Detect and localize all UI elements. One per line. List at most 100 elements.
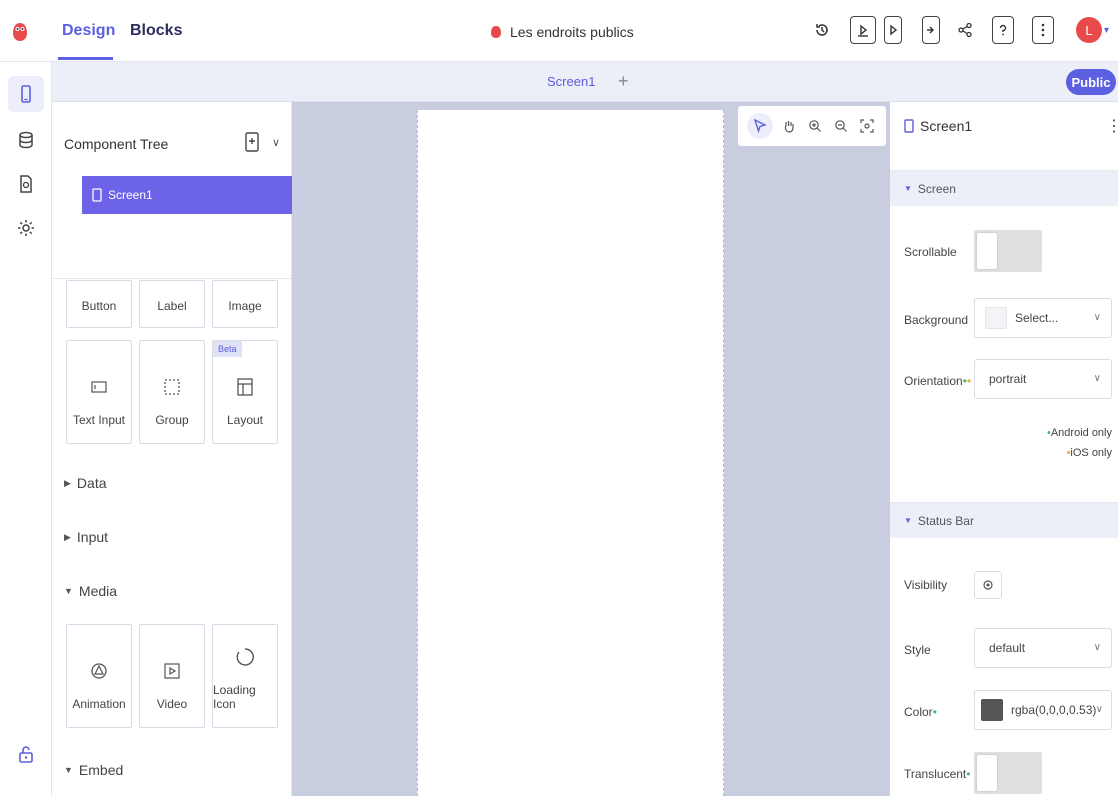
pan-tool-button[interactable] xyxy=(779,116,799,136)
color-swatch xyxy=(981,699,1003,721)
background-label: Background xyxy=(904,313,969,327)
database-icon xyxy=(19,131,33,149)
animation-icon xyxy=(91,663,107,679)
phone-icon xyxy=(904,119,914,133)
palette-item-label: Button xyxy=(81,299,117,313)
caret-down-icon: ▼ xyxy=(64,586,73,596)
category-data[interactable]: ▶ Data xyxy=(64,475,107,491)
app-logo-icon xyxy=(13,23,27,41)
fit-screen-button[interactable] xyxy=(857,116,877,136)
tree-item-screen1[interactable]: Screen1 xyxy=(82,176,292,214)
preview-button[interactable] xyxy=(850,16,876,44)
note-text: Android only xyxy=(1050,427,1112,439)
orientation-select[interactable]: portrait ∨ xyxy=(974,359,1112,399)
share-button[interactable] xyxy=(952,16,978,44)
zoom-in-button[interactable] xyxy=(805,116,825,136)
project-title[interactable]: Les endroits publics xyxy=(490,24,634,40)
palette-item-layout[interactable]: Beta Layout xyxy=(212,340,278,444)
palette-item-label: Label xyxy=(157,299,187,313)
more-vertical-icon xyxy=(1041,23,1045,37)
chevron-down-icon: ∨ xyxy=(1093,373,1101,384)
chevron-down-icon[interactable]: ∨ xyxy=(272,136,280,149)
palette-item-text-input[interactable]: Text Input xyxy=(66,340,132,444)
style-value: default xyxy=(989,641,1026,655)
canvas-toolbar xyxy=(738,106,886,146)
rail-item-design[interactable] xyxy=(0,74,52,114)
orientation-value: portrait xyxy=(989,372,1027,386)
style-select[interactable]: default ∨ xyxy=(974,628,1112,668)
add-screen-button[interactable]: + xyxy=(618,71,629,92)
properties-header: Screen1 xyxy=(904,118,972,134)
rail-item-settings[interactable] xyxy=(0,208,52,248)
add-component-icon[interactable] xyxy=(244,132,260,152)
phone-screen-preview[interactable] xyxy=(417,110,724,796)
caret-right-icon: ▶ xyxy=(64,531,71,542)
section-status-bar[interactable]: ▼ Status Bar xyxy=(890,502,1118,538)
background-select[interactable]: Select... ∨ xyxy=(974,298,1112,338)
chevron-down-icon: ∨ xyxy=(1093,312,1101,323)
caret-down-icon: ▼ xyxy=(904,516,912,525)
palette-item-group[interactable]: Group xyxy=(139,340,205,444)
left-rail xyxy=(0,62,52,796)
category-label: Media xyxy=(78,583,118,599)
orientation-label-text: Orientation xyxy=(904,374,963,388)
rail-item-assets[interactable] xyxy=(0,164,52,204)
color-select[interactable]: rgba(0,0,0,0.53) ∨ xyxy=(974,690,1112,730)
cursor-icon xyxy=(753,119,767,133)
user-avatar[interactable]: L xyxy=(1076,17,1102,43)
video-icon xyxy=(164,663,180,679)
chevron-down-icon[interactable]: ▾ xyxy=(1104,25,1109,36)
palette-item-loading-icon[interactable]: Loading Icon xyxy=(212,624,278,728)
translucent-toggle[interactable] xyxy=(974,752,1042,794)
rail-item-data[interactable] xyxy=(0,120,52,160)
tab-design[interactable]: Design xyxy=(62,22,115,40)
device-play-icon xyxy=(890,24,898,36)
palette-item-image[interactable]: Image xyxy=(212,280,278,328)
palette-item-label: Video xyxy=(156,697,188,711)
chevron-down-icon: ∨ xyxy=(1095,704,1103,715)
toggle-knob xyxy=(977,755,997,791)
tab-blocks[interactable]: Blocks xyxy=(130,22,182,40)
gear-icon xyxy=(18,220,34,236)
palette-item-label: Text Input xyxy=(72,413,126,427)
run-device-button[interactable] xyxy=(884,16,902,44)
android-only-note: •Android only xyxy=(1047,427,1112,439)
category-input[interactable]: ▶ Input xyxy=(64,529,108,545)
scrollable-label: Scrollable xyxy=(904,245,957,259)
palette-item-video[interactable]: Video xyxy=(139,624,205,728)
ios-only-note: •iOS only xyxy=(1067,447,1112,459)
properties-title: Screen1 xyxy=(920,118,973,134)
palette-item-label: Layout xyxy=(226,413,264,427)
help-button[interactable] xyxy=(992,16,1014,44)
rail-item-lock[interactable] xyxy=(0,734,52,774)
history-button[interactable] xyxy=(809,16,835,44)
text-input-icon xyxy=(91,381,107,393)
section-screen[interactable]: ▼ Screen xyxy=(890,170,1118,206)
zoom-out-button[interactable] xyxy=(831,116,851,136)
design-canvas[interactable] xyxy=(292,102,890,796)
orientation-label: Orientation•• xyxy=(904,374,971,388)
category-label: Input xyxy=(76,529,109,545)
android-dot-icon: • xyxy=(932,705,937,719)
translucent-label-text: Translucent xyxy=(904,767,967,781)
screen-tab-screen1[interactable]: Screen1 xyxy=(547,74,595,89)
palette-item-animation[interactable]: Animation xyxy=(66,624,132,728)
public-button[interactable]: Public xyxy=(1066,69,1116,95)
zoom-out-icon xyxy=(835,120,847,132)
palette-item-label: Image xyxy=(228,299,262,313)
toggle-knob xyxy=(977,233,997,269)
category-media[interactable]: ▼ Media xyxy=(64,583,117,599)
select-tool-button[interactable] xyxy=(747,113,773,139)
more-vertical-icon[interactable]: ⋮ xyxy=(1106,116,1118,136)
scrollable-toggle[interactable] xyxy=(974,230,1042,272)
category-embed[interactable]: ▼ Embed xyxy=(64,762,123,778)
palette-item-label[interactable]: Label xyxy=(139,280,205,328)
note-text: iOS only xyxy=(1070,447,1112,459)
export-button[interactable] xyxy=(922,16,940,44)
palette-item-label: Loading Icon xyxy=(213,683,256,711)
download-device-icon xyxy=(927,26,934,34)
more-menu-button[interactable] xyxy=(1032,16,1054,44)
palette-item-button[interactable]: Button xyxy=(66,280,132,328)
visibility-toggle[interactable] xyxy=(974,571,1002,599)
history-icon xyxy=(816,24,828,36)
